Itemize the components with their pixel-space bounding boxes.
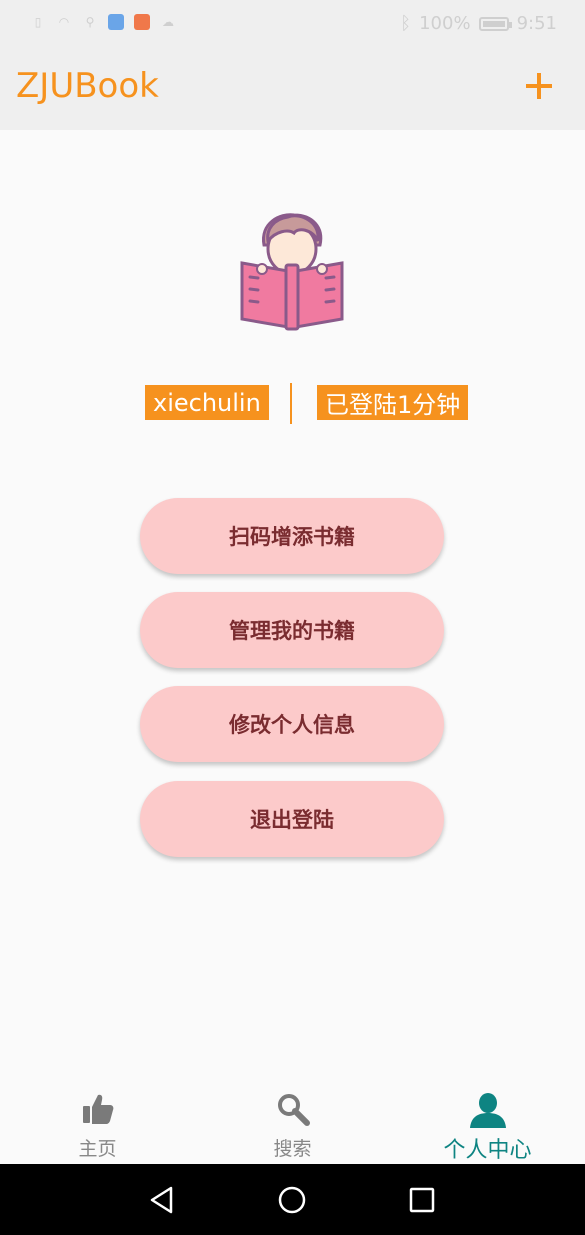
nav-label-profile: 个人中心 [443,1138,532,1163]
status-bar: ▯ ◠ ⚲ ☁ ᛒ 100% 9:51 [0,0,585,50]
manage-my-books-button[interactable]: 管理我的书籍 [140,592,444,668]
nav-label-home: 主页 [78,1138,117,1160]
status-icons-right: ᛒ 100% 9:51 [400,13,557,34]
recents-square-icon [409,1187,435,1212]
add-button[interactable] [517,64,561,108]
recents-button[interactable] [392,1164,452,1235]
username-label: xiechulin [145,385,269,420]
home-circle-icon [278,1186,306,1213]
nav-item-profile[interactable]: 个人中心 [390,1080,585,1164]
thumbs-up-icon [82,1094,113,1124]
nav-item-search[interactable]: 搜索 [195,1080,390,1164]
bluetooth-icon: ᛒ [400,13,412,34]
nav-item-home[interactable]: 主页 [0,1080,195,1164]
bottom-nav: 主页 搜索 个人中心 [0,1080,585,1164]
edit-profile-button[interactable]: 修改个人信息 [140,686,444,762]
search-icon [277,1094,310,1126]
login-status-label: 已登陆1分钟 [317,385,469,420]
back-triangle-icon [150,1186,173,1213]
usb-icon: ⚲ [85,15,95,29]
user-info-row: xiechulin 已登陆1分钟 [0,383,585,425]
sim-icon: ▯ [34,15,42,29]
clock-time: 9:51 [516,13,557,34]
video-app-icon [134,14,150,30]
divider [290,383,292,424]
status-icons-left: ▯ ◠ ⚲ ☁ [30,14,176,30]
app-title: ZJUBook [16,66,159,106]
back-button[interactable] [132,1164,192,1235]
app-bar: ZJUBook [0,50,585,130]
battery-icon [478,16,512,31]
logout-button[interactable]: 退出登陆 [140,781,444,857]
app-notification-icon [108,14,124,30]
wifi-icon: ◠ [58,15,70,29]
scan-add-book-button[interactable]: 扫码增添书籍 [140,498,444,574]
nav-label-search: 搜索 [273,1138,312,1160]
plus-icon [526,73,552,99]
system-nav-bar [0,1164,585,1235]
battery-percent: 100% [419,13,471,34]
cloud-icon: ☁ [162,15,174,29]
reader-avatar-icon [240,213,344,331]
person-icon [469,1093,506,1128]
home-button[interactable] [262,1164,322,1235]
avatar [232,205,352,335]
